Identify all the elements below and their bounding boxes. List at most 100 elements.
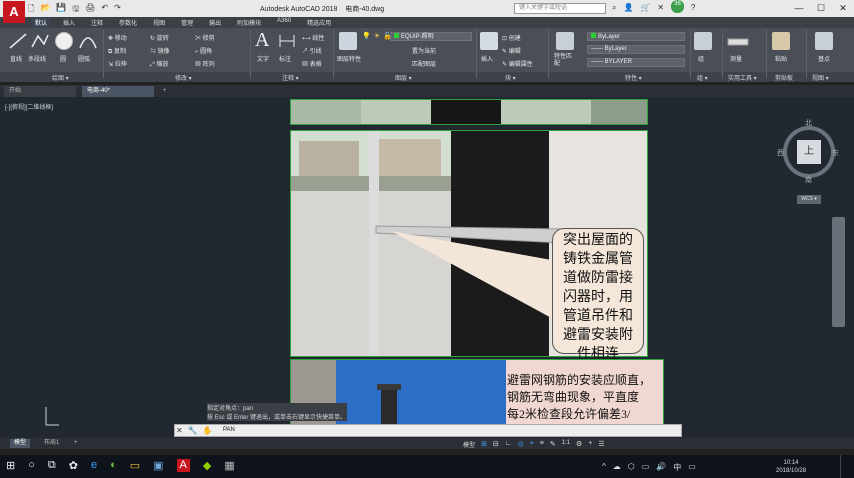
panel-title-utilities[interactable]: 实用工具 ▾ [728,73,757,82]
grid-icon[interactable]: ⊞ [481,440,487,449]
compass-west[interactable]: 西 [777,148,784,158]
tab-manage[interactable]: 管理 [178,17,196,28]
sun-icon[interactable]: ☀ [374,32,380,40]
osnap-icon[interactable]: ⌖ [530,440,534,449]
redo-icon[interactable]: ↷ [114,3,121,17]
navigation-bar[interactable] [832,217,845,327]
volume-icon[interactable]: 🔊 [656,462,666,473]
new-tab-button[interactable]: + [158,86,172,97]
save-icon[interactable]: 💾 [56,3,66,17]
linear-dim-button[interactable]: ⟷ 线性 [302,33,324,42]
panel-title-view[interactable]: 视图 ▾ [812,73,829,82]
paste-icon[interactable] [772,32,790,50]
compass-north[interactable]: 北 [805,118,812,128]
command-line[interactable] [174,424,682,437]
text-icon[interactable]: A [255,29,269,52]
tab-parametric[interactable]: 参数化 [116,17,140,28]
compass-east[interactable]: 东 [832,148,839,158]
autocad-taskbar-icon[interactable]: A [176,459,190,472]
cortana-icon[interactable]: ○ [28,459,35,472]
notification-badge[interactable]: 36 [671,0,684,13]
tray-expand-icon[interactable]: ^ [602,462,606,473]
show-desktop-button[interactable] [840,455,854,478]
trim-button[interactable]: ✂ 修剪 [195,33,215,42]
new-icon[interactable]: 🗋 [28,3,34,17]
app-icon[interactable]: ◆ [203,459,211,472]
array-button[interactable]: ▦ 阵列 [195,59,215,68]
tray-app-icon[interactable]: ⬡ [628,462,635,473]
line-icon[interactable] [8,32,28,50]
insert-block-icon[interactable] [480,32,498,50]
panel-title-block[interactable]: 块 ▾ [505,73,516,82]
viewcube[interactable]: 北 南 西 东 上 [777,118,839,188]
ie-browser-icon[interactable]: e [91,459,97,472]
taskbar-clock[interactable]: 10:14 2018/10/28 [776,459,806,475]
bulb-icon[interactable]: 💡 [362,32,371,40]
ortho-icon[interactable]: ∟ [505,440,512,449]
panel-title-clipboard[interactable]: 剪贴板 [775,73,793,82]
tab-addins[interactable]: 附加模块 [234,17,264,28]
customize-icon[interactable]: ☰ [598,440,604,449]
lineweight-dropdown[interactable]: —— BYLAYER [587,58,685,67]
edit-block-button[interactable]: ✎ 编辑 [502,46,521,55]
circle-button[interactable]: 圆 [60,54,66,63]
autocad-logo-icon[interactable]: A [3,1,25,23]
create-block-button[interactable]: ⊡ 创建 [502,33,521,42]
tab-output[interactable]: 输出 [206,17,224,28]
polyline-button[interactable]: 多段线 [28,54,46,63]
wrench-icon[interactable]: 🔧 [188,424,198,437]
linetype-dropdown[interactable]: —— ByLayer [587,45,685,54]
copy-button[interactable]: ⧉ 复制 [108,46,126,56]
paste-button[interactable]: 粘贴 [775,54,787,63]
cart-icon[interactable]: 🛒 [640,3,650,13]
help-icon[interactable]: ? [691,3,695,13]
dimension-icon[interactable] [278,33,296,49]
print-icon[interactable]: 🖨 [85,3,95,17]
polyline-icon[interactable] [30,32,50,50]
settings-icon[interactable]: ⚙ [576,440,582,449]
panel-title-properties[interactable]: 特性 ▾ [625,73,642,82]
match-properties-button[interactable]: 特性匹配 [554,54,572,68]
keyboard-icon[interactable]: ▭ [688,462,696,473]
table-button[interactable]: ▦ 表格 [302,59,322,68]
scale-button[interactable]: ⤢ 缩放 [150,59,168,69]
photo-top[interactable] [290,99,648,125]
open-icon[interactable]: 📂 [40,3,50,17]
windows-start-icon[interactable]: ⊞ [6,459,15,472]
text-button[interactable]: 文字 [257,54,269,63]
wcs-menu[interactable]: WCS ▾ [797,195,821,204]
stretch-button[interactable]: ⇲ 拉伸 [108,59,127,68]
rotate-button[interactable]: ↻ 旋转 [150,33,169,42]
binoculars-icon[interactable]: ⌕ [612,3,616,13]
tab-view[interactable]: 视图 [150,17,168,28]
tab-start[interactable]: 开始 [4,86,76,97]
network-icon[interactable]: ▭ [642,462,650,473]
app-icon[interactable]: ▦ [224,459,234,472]
arc-icon[interactable] [78,32,98,50]
panel-title-draw[interactable]: 绘图 ▾ [52,73,69,82]
lineweight-icon[interactable]: ≡ [540,440,544,449]
tab-insert[interactable]: 插入 [60,17,78,28]
user-icon[interactable]: 👤 [623,3,633,13]
annotate-icon[interactable]: ✎ [550,440,556,449]
tab-drawing[interactable]: 电商-40* [82,86,154,97]
task-view-icon[interactable]: ⧉ [48,459,56,472]
tab-layout1[interactable]: 布局1 [40,439,63,448]
edit-attributes-button[interactable]: ✎ 编辑属性 [502,59,533,68]
tab-home[interactable]: 默认 [32,17,51,28]
panel-title-modify[interactable]: 修改 ▾ [175,73,192,82]
base-view-icon[interactable] [815,32,833,50]
viewcube-top-face[interactable]: 上 [797,140,821,164]
base-view-button[interactable]: 基点 [818,54,830,63]
browser-icon[interactable]: ◐ [110,459,117,472]
app-icon[interactable]: ✿ [69,459,78,472]
close-command-icon[interactable]: ✕ [176,424,183,437]
exchange-icon[interactable]: ✕ [657,3,664,13]
cloud-icon[interactable]: ☁ [613,462,621,473]
undo-icon[interactable]: ↶ [101,3,108,17]
circle-icon[interactable] [55,32,73,50]
layer-dropdown[interactable]: EQUIP-照明 [390,32,472,41]
fillet-button[interactable]: ⌐ 圆角 [195,46,212,55]
model-icon[interactable]: 模型 [463,440,475,449]
panel-title-layers[interactable]: 图层 ▾ [395,73,412,82]
